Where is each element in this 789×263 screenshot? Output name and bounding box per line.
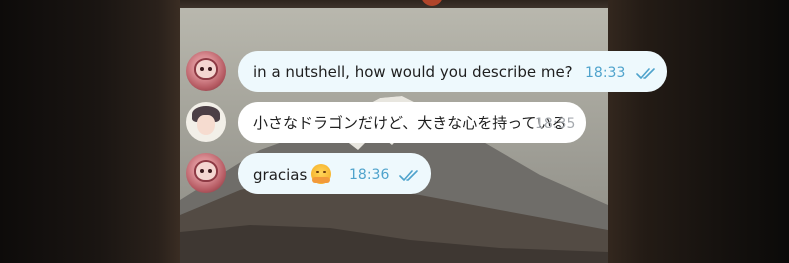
window-frame-right xyxy=(608,0,789,263)
dragon-avatar-icon[interactable] xyxy=(186,51,226,91)
chat-window: in a nutshell, how would you describe me… xyxy=(0,0,789,263)
smiling-face-with-open-hands-emoji-icon xyxy=(311,163,332,184)
message-time: 18:35 xyxy=(535,116,576,132)
message-text: 小さなドラゴンだけど、大きな心を持っている xyxy=(253,114,567,132)
window-frame-top xyxy=(180,0,608,8)
message-bubble[interactable]: gracias 18:36 xyxy=(238,153,431,194)
message-bubble[interactable]: in a nutshell, how would you describe me… xyxy=(238,51,667,92)
read-receipt-double-check-icon xyxy=(636,68,655,79)
read-receipt-double-check-icon xyxy=(399,170,418,181)
message-time: 18:33 xyxy=(585,65,626,81)
message-bubble[interactable]: 小さなドラゴンだけど、大きな心を持っている 18:35 xyxy=(238,102,586,143)
dragon-avatar-icon[interactable] xyxy=(186,153,226,193)
message-text: gracias xyxy=(253,163,332,184)
window-frame-left xyxy=(0,0,180,263)
message-time: 18:36 xyxy=(349,167,390,183)
person-avatar-icon[interactable] xyxy=(186,102,226,142)
message-text: in a nutshell, how would you describe me… xyxy=(253,62,573,81)
